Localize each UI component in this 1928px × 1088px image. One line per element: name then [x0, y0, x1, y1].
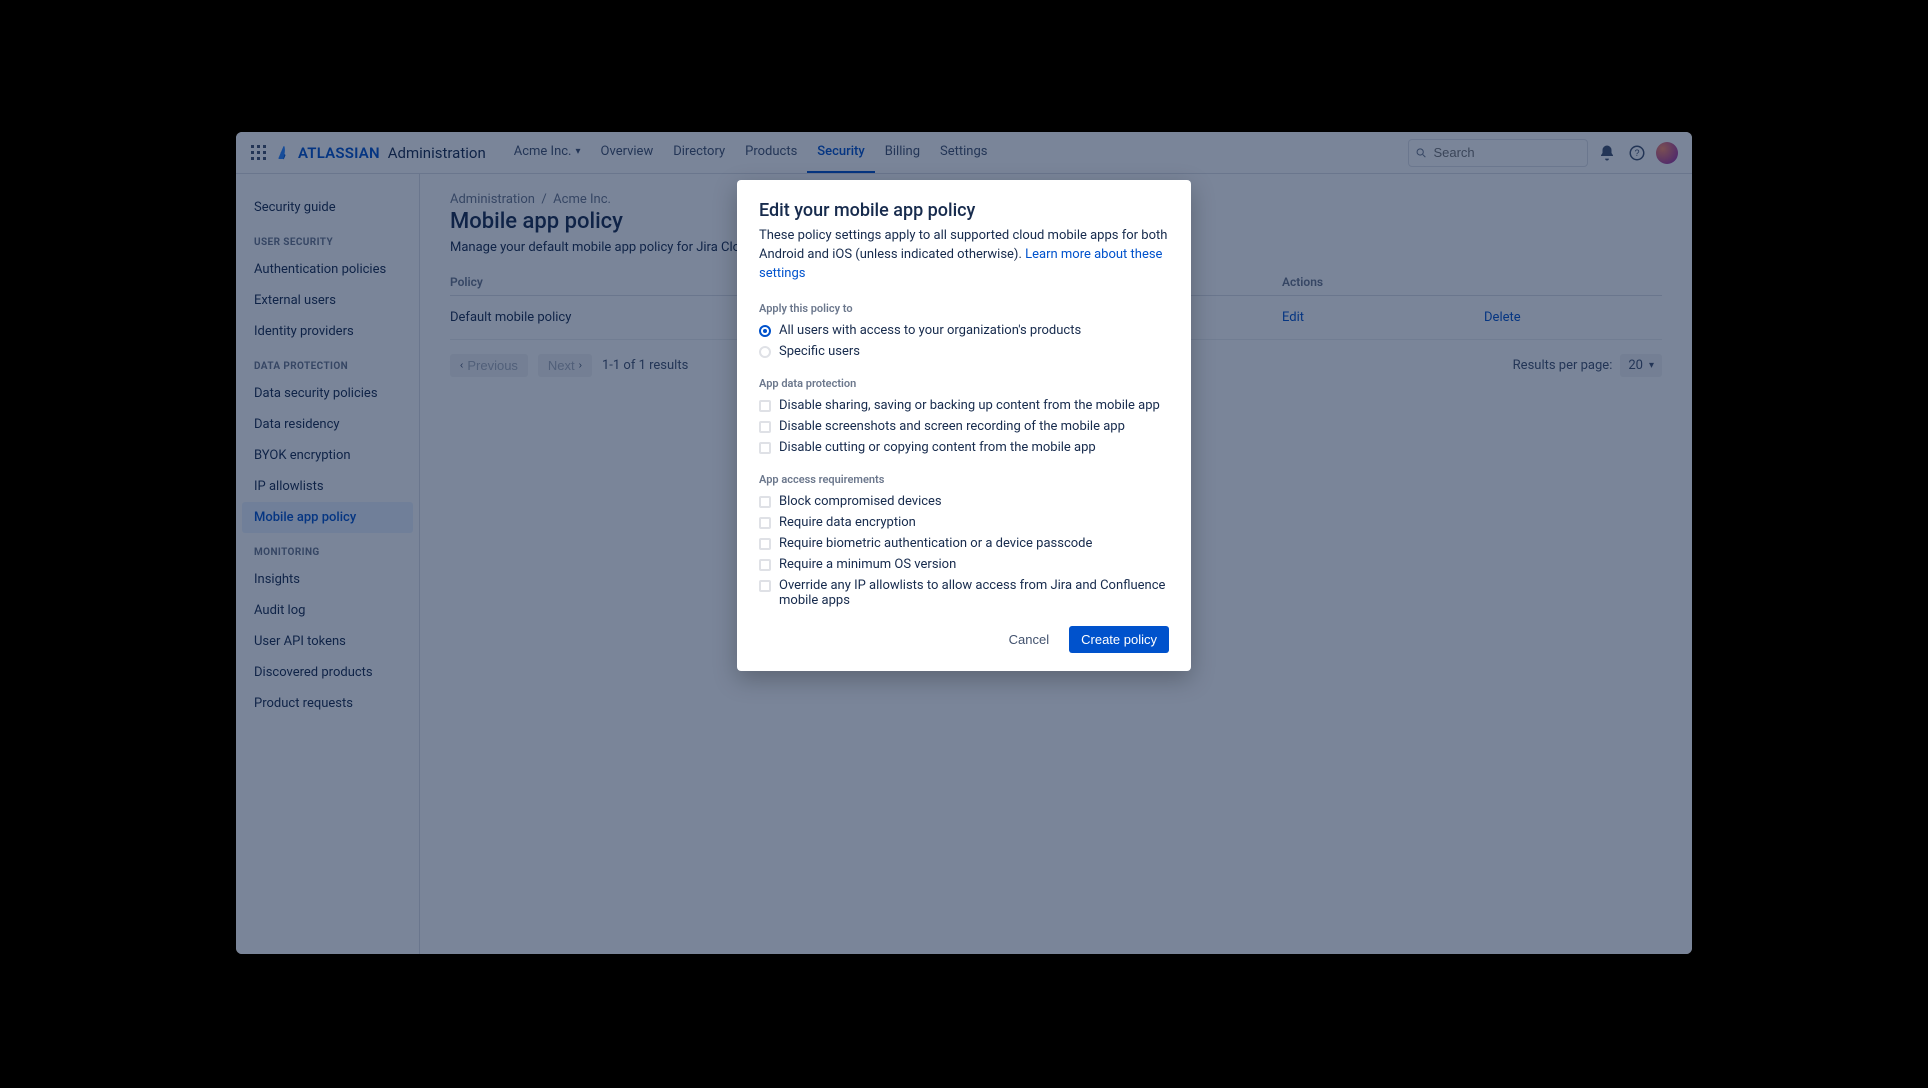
modal-intro: These policy settings apply to all suppo…: [759, 227, 1169, 284]
checkbox-icon: [759, 400, 771, 412]
access-override-ip-allowlists[interactable]: Override any IP allowlists to allow acce…: [759, 578, 1169, 608]
data-protection-label: App data protection: [759, 377, 1169, 390]
access-require-os-version[interactable]: Require a minimum OS version: [759, 557, 1169, 572]
apply-policy-label: Apply this policy to: [759, 302, 1169, 315]
apply-option-all-users[interactable]: All users with access to your organizati…: [759, 323, 1169, 338]
checkbox-icon: [759, 421, 771, 433]
radio-icon: [759, 346, 771, 358]
protection-disable-sharing[interactable]: Disable sharing, saving or backing up co…: [759, 398, 1169, 413]
edit-policy-modal: Edit your mobile app policy These policy…: [737, 180, 1191, 671]
checkbox-icon: [759, 538, 771, 550]
access-require-encryption[interactable]: Require data encryption: [759, 515, 1169, 530]
protection-disable-copying[interactable]: Disable cutting or copying content from …: [759, 440, 1169, 455]
modal-title: Edit your mobile app policy: [759, 200, 1169, 221]
checkbox-icon: [759, 442, 771, 454]
create-policy-button[interactable]: Create policy: [1069, 626, 1169, 653]
apply-option-specific-users[interactable]: Specific users: [759, 344, 1169, 359]
checkbox-icon: [759, 559, 771, 571]
protection-disable-screenshots[interactable]: Disable screenshots and screen recording…: [759, 419, 1169, 434]
modal-overlay[interactable]: Edit your mobile app policy These policy…: [236, 132, 1692, 954]
checkbox-icon: [759, 517, 771, 529]
access-require-biometric[interactable]: Require biometric authentication or a de…: [759, 536, 1169, 551]
checkbox-icon: [759, 496, 771, 508]
cancel-button[interactable]: Cancel: [999, 626, 1059, 653]
access-block-compromised[interactable]: Block compromised devices: [759, 494, 1169, 509]
checkbox-icon: [759, 580, 771, 592]
radio-icon: [759, 325, 771, 337]
access-requirements-label: App access requirements: [759, 473, 1169, 486]
